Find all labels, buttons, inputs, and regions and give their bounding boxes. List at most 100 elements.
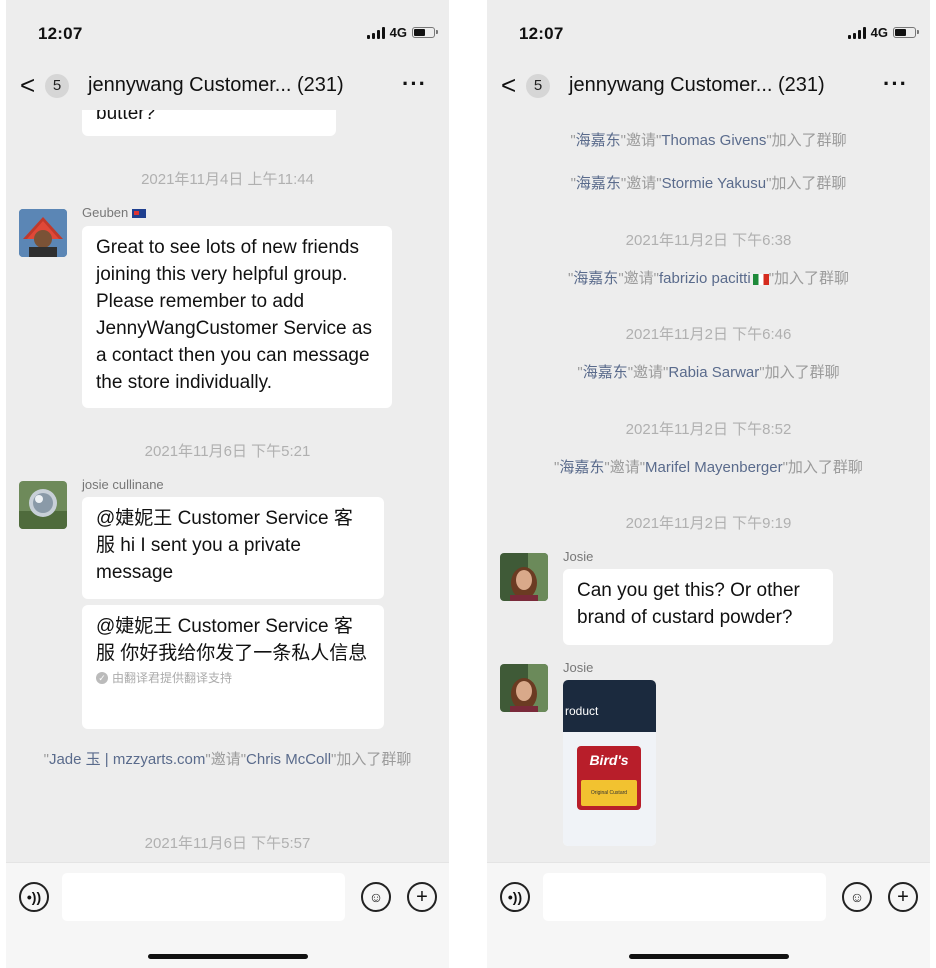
system-text: "邀请" [618, 270, 659, 287]
inviter-name[interactable]: 海嘉东 [576, 175, 621, 192]
message-bubble[interactable]: @婕妮王 Customer Service 客服 你好我给你发了一条私人信息 ✓… [82, 605, 384, 729]
inviter-name[interactable]: 海嘉东 [573, 270, 618, 287]
system-text: "加入了群聊 [766, 175, 847, 192]
image-text: roduct [565, 704, 599, 718]
home-indicator[interactable] [629, 954, 789, 959]
back-icon[interactable]: < [501, 70, 516, 100]
system-text: "加入了群聊 [331, 751, 412, 768]
input-bar: •)) ☺ + [487, 862, 930, 968]
translation-note: ✓ 由翻译君提供翻译支持 [96, 669, 370, 687]
message-bubble[interactable]: Great to see lots of new friends joining… [82, 226, 392, 408]
sender-name: Josie [563, 660, 594, 675]
avatar-image [19, 481, 67, 529]
invitee-name[interactable]: Thomas Givens [661, 132, 766, 149]
home-indicator[interactable] [148, 954, 308, 959]
image-text: Original Custard [590, 790, 628, 796]
system-text: "邀请" [627, 364, 669, 381]
more-options-icon[interactable]: ··· [883, 71, 908, 97]
invitee-name[interactable]: Marifel Mayenberger [645, 459, 783, 476]
inviter-name[interactable]: Jade 玉 | mzzyarts.com [49, 751, 205, 768]
sender-name: Josie [563, 549, 594, 564]
invitee-name[interactable]: Chris McColl [246, 751, 331, 768]
sender-name-text: Geuben [82, 205, 129, 220]
back-icon[interactable]: < [20, 70, 35, 100]
message-bubble-previous[interactable]: butter? [82, 110, 336, 136]
system-text: "邀请" [205, 751, 247, 768]
message-text: @婕妮王 Customer Service 客服 你好我给你发了一条私人信息 [96, 616, 368, 664]
tin-label: Original Custard [581, 780, 637, 806]
system-text: "加入了群聊 [766, 132, 847, 149]
flag-icon-italy [752, 273, 769, 285]
add-icon[interactable]: + [888, 882, 918, 912]
image-text: Bird's [589, 752, 629, 768]
check-icon: ✓ [96, 672, 108, 684]
inviter-name[interactable]: 海嘉东 [583, 364, 628, 381]
image-message[interactable]: roduct Original Custard Bird's [563, 680, 656, 846]
invitee-name[interactable]: Rabia Sarwar [668, 364, 759, 381]
status-indicators: 4G [847, 25, 919, 40]
network-label: 4G [389, 25, 407, 40]
emoji-icon[interactable]: ☺ [361, 882, 391, 912]
avatar[interactable] [500, 664, 548, 712]
inviter-name[interactable]: 海嘉东 [559, 459, 604, 476]
input-bar: •)) ☺ + [6, 862, 449, 968]
status-bar: 12:07 4G [487, 0, 930, 58]
timestamp: 2021年11月4日 上午11:44 [141, 171, 314, 188]
message-input[interactable] [543, 873, 826, 921]
right-phone-screen: 12:07 4G < 5 jennywang Customer... (231)… [487, 0, 930, 968]
message-list[interactable]: butter? 2021年11月4日 上午11:44 Geuben Great … [6, 110, 449, 862]
avatar-image [500, 664, 548, 712]
message-bubble[interactable]: Can you get this? Or other brand of cust… [563, 569, 833, 645]
invitee-name[interactable]: Stormie Yakusu [662, 175, 767, 192]
avatar[interactable] [500, 553, 548, 601]
timestamp: 2021年11月6日 下午5:21 [144, 443, 311, 460]
message-text: Can you get this? Or other brand of cust… [577, 580, 800, 628]
message-list[interactable]: "海嘉东"邀请"Thomas Givens"加入了群聊 "海嘉东"邀请"Stor… [487, 110, 930, 862]
sender-name: josie cullinane [82, 477, 164, 492]
signal-icon [366, 26, 385, 39]
system-message: "海嘉东"邀请"Thomas Givens"加入了群聊 [487, 127, 930, 154]
battery-icon [412, 27, 438, 38]
system-text: "邀请" [620, 132, 662, 149]
add-icon[interactable]: + [407, 882, 437, 912]
avatar-image [19, 209, 67, 257]
battery-icon [893, 27, 919, 38]
avatar-image [500, 553, 548, 601]
timestamp: 2021年11月6日 下午5:57 [144, 835, 311, 852]
chat-title: jennywang Customer... (231) [569, 74, 825, 96]
translation-note-text: 由翻译君提供翻译支持 [112, 671, 233, 685]
flag-icon [131, 209, 146, 219]
image-banner: roduct [563, 680, 656, 732]
inviter-name[interactable]: 海嘉东 [576, 132, 621, 149]
chat-header: < 5 jennywang Customer... (231) ··· [6, 62, 449, 110]
message-text: butter? [96, 110, 156, 124]
system-message: "Jade 玉 | mzzyarts.com"邀请"Chris McColl"加… [6, 746, 449, 773]
unread-count-badge[interactable]: 5 [526, 74, 550, 98]
system-text: "加入了群聊 [759, 364, 840, 381]
system-text: "邀请" [620, 175, 662, 192]
sender-name: Geuben [82, 205, 146, 220]
unread-count-badge[interactable]: 5 [45, 74, 69, 98]
system-message: "海嘉东"邀请"fabrizio pacitti "加入了群聊 [487, 265, 930, 292]
emoji-icon[interactable]: ☺ [842, 882, 872, 912]
timestamp: 2021年11月2日 下午8:52 [625, 421, 792, 438]
system-message: "海嘉东"邀请"Marifel Mayenberger"加入了群聊 [487, 454, 930, 481]
chat-header: < 5 jennywang Customer... (231) ··· [487, 62, 930, 110]
voice-icon[interactable]: •)) [500, 882, 530, 912]
message-text: @婕妮王 Customer Service 客服 hi I sent you a… [96, 508, 353, 583]
status-time: 12:07 [38, 24, 83, 43]
message-text: Great to see lots of new friends joining… [96, 237, 372, 393]
invitee-name[interactable]: fabrizio pacitti [659, 270, 751, 287]
avatar[interactable] [19, 481, 67, 529]
status-indicators: 4G [366, 25, 438, 40]
image-body: Original Custard Bird's [563, 732, 656, 846]
system-text: "加入了群聊 [768, 270, 850, 287]
timestamp: 2021年11月2日 下午6:46 [625, 326, 792, 343]
message-bubble[interactable]: @婕妮王 Customer Service 客服 hi I sent you a… [82, 497, 384, 599]
message-input[interactable] [62, 873, 345, 921]
voice-icon[interactable]: •)) [19, 882, 49, 912]
more-options-icon[interactable]: ··· [402, 71, 427, 97]
timestamp: 2021年11月2日 下午9:19 [625, 515, 792, 532]
avatar[interactable] [19, 209, 67, 257]
system-message: "海嘉东"邀请"Stormie Yakusu"加入了群聊 [487, 170, 930, 197]
